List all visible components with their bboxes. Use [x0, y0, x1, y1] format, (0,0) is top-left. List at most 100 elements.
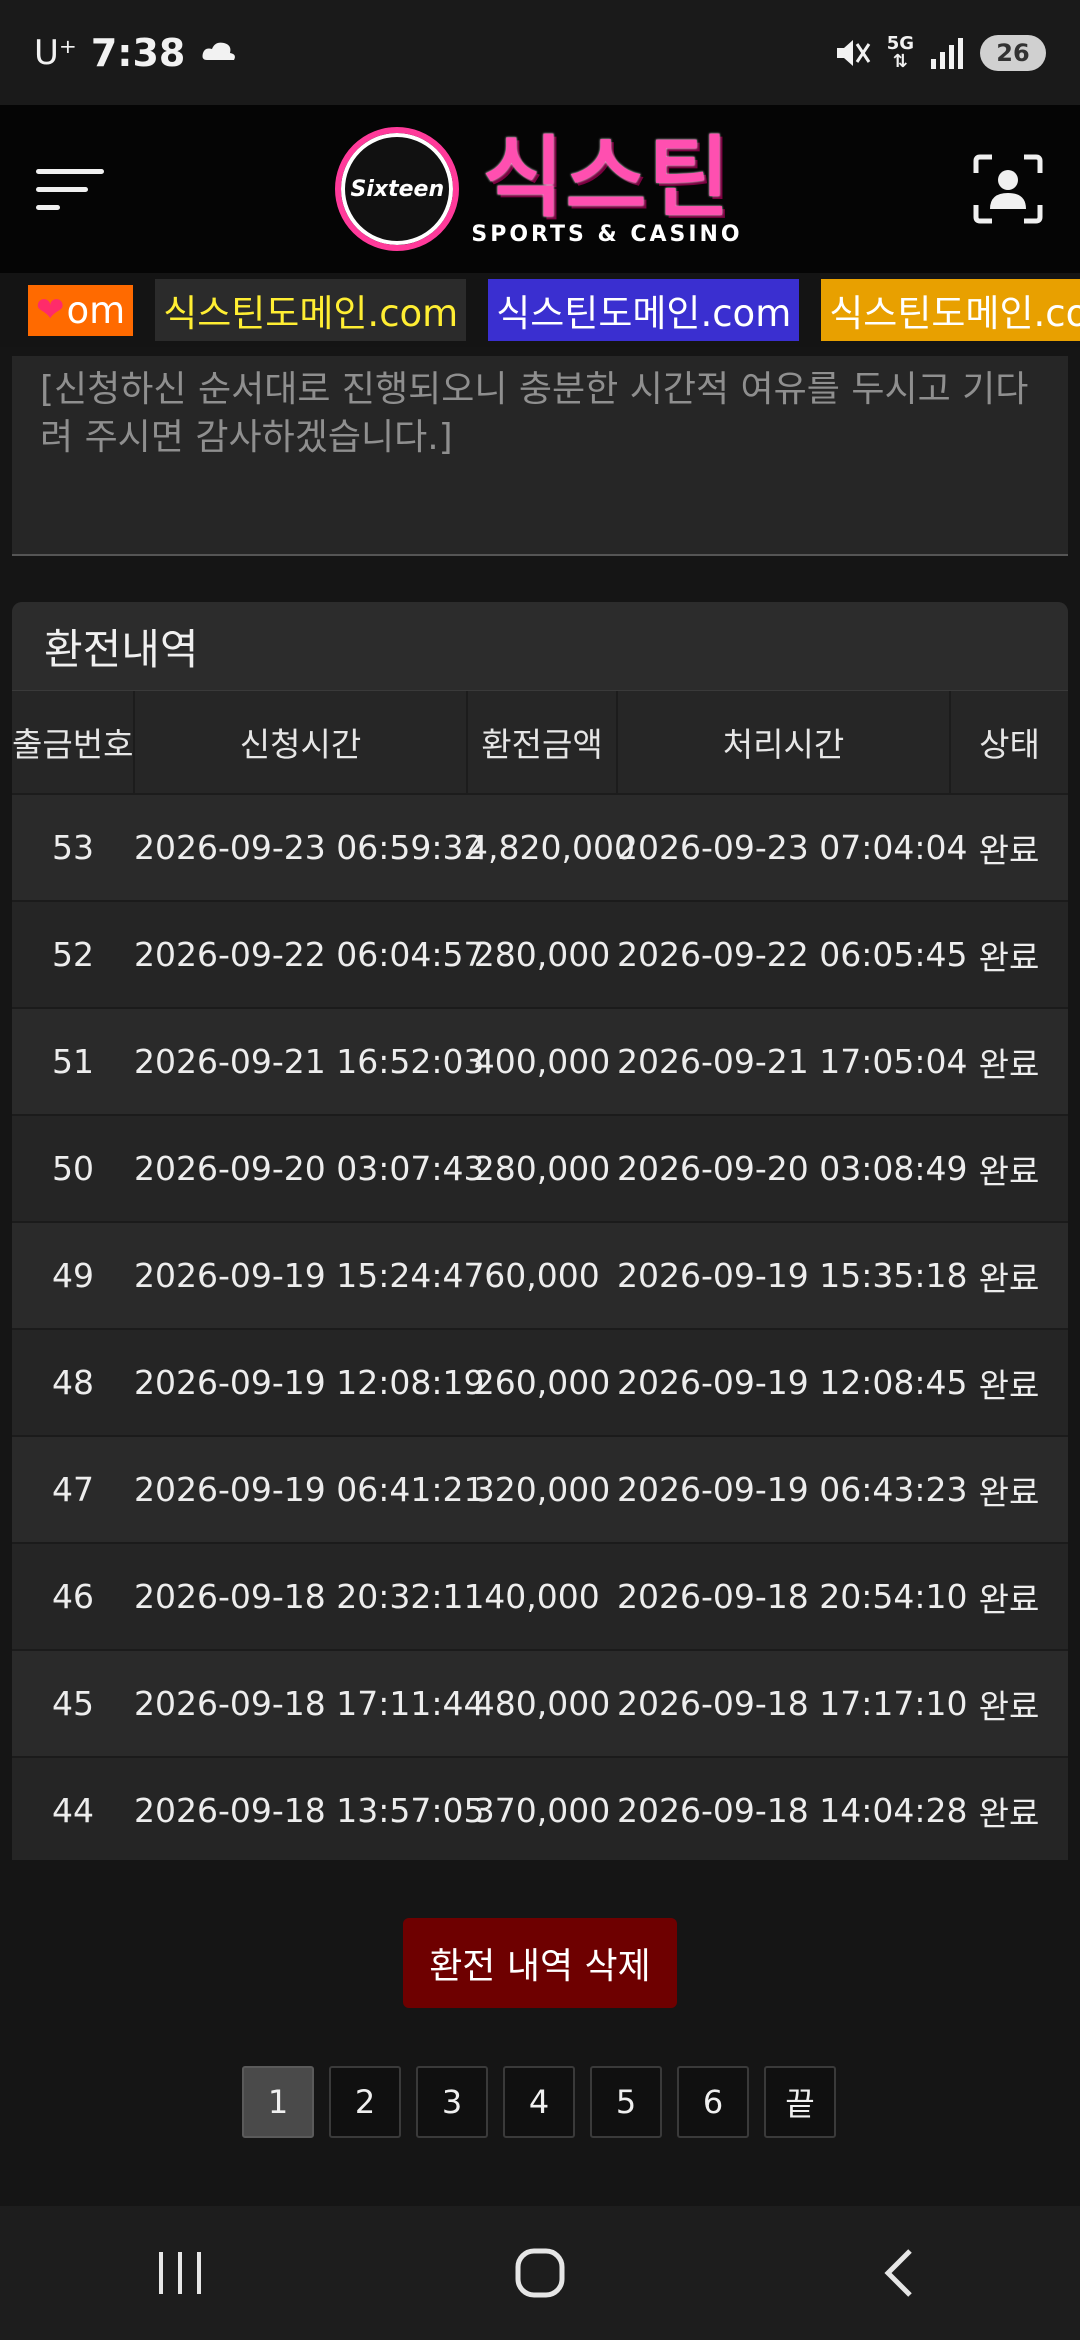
cell-amount: 280,000 [467, 901, 617, 1009]
cell-process-time: 2026-09-18 14:04:28 [617, 1757, 967, 1860]
cell-request-time: 2026-09-22 06:04:57 [134, 901, 484, 1009]
clock: 7:38 [90, 30, 186, 75]
cell-request-time: 2026-09-20 03:07:43 [134, 1115, 484, 1223]
cell-status: 완료 [950, 1115, 1068, 1223]
exchange-history-table: 출금번호 신청시간 환전금액 처리시간 상태 53 2026-09-23 06:… [12, 691, 1068, 1860]
cell-process-time: 2026-09-19 06:43:23 [617, 1436, 967, 1544]
section-title: 환전내역 [12, 602, 1068, 691]
table-row: 45 2026-09-18 17:11:44 480,000 2026-09-1… [12, 1650, 1068, 1758]
table-row: 49 2026-09-19 15:24:47 60,000 2026-09-19… [12, 1222, 1068, 1330]
cell-number: 48 [12, 1329, 134, 1437]
cell-number: 52 [12, 901, 134, 1009]
notice-text: [신청하신 순서대로 진행되오니 충분한 시간적 여유를 두시고 기다려 주시면… [12, 356, 1068, 556]
cell-amount: 60,000 [467, 1222, 617, 1330]
logo-sub-text: SPORTS & CASINO [471, 221, 743, 247]
table-row: 53 2026-09-23 06:59:32 4,820,000 2026-09… [12, 794, 1068, 902]
cell-amount: 260,000 [467, 1329, 617, 1437]
battery-indicator: 26 [980, 34, 1046, 71]
table-row: 47 2026-09-19 06:41:21 320,000 2026-09-1… [12, 1436, 1068, 1544]
weather-icon [202, 42, 236, 60]
cell-request-time: 2026-09-19 15:24:47 [134, 1222, 484, 1330]
cell-number: 47 [12, 1436, 134, 1544]
cell-process-time: 2026-09-20 03:08:49 [617, 1115, 967, 1223]
cell-number: 45 [12, 1650, 134, 1758]
page-button-2[interactable]: 2 [329, 2066, 401, 2138]
signal-icon [931, 37, 963, 69]
home-button[interactable] [480, 2233, 600, 2313]
back-button[interactable] [840, 2233, 960, 2313]
cell-amount: 40,000 [467, 1543, 617, 1651]
banner-item[interactable]: 식스틴도메인.cor [821, 279, 1080, 341]
banner-item-label: 식스틴도메인.com [496, 292, 792, 335]
column-header-request-time: 신청시간 [134, 691, 468, 795]
status-right: 5G ⇅ 26 [833, 32, 1046, 71]
hamburger-menu-icon[interactable] [36, 159, 106, 219]
home-icon [515, 2248, 565, 2298]
page-button-last[interactable]: 끝 [764, 2066, 836, 2138]
recent-apps-button[interactable] [120, 2233, 240, 2313]
table-header-row: 출금번호 신청시간 환전금액 처리시간 상태 [12, 691, 1068, 795]
banner-item[interactable]: 식스틴도메인.com [488, 279, 800, 341]
page-button-3[interactable]: 3 [416, 2066, 488, 2138]
mute-icon [836, 39, 870, 66]
cell-request-time: 2026-09-21 16:52:03 [134, 1008, 484, 1116]
banner-item-label: om [66, 288, 126, 332]
domain-banner[interactable]: ❤ om 식스틴도메인.com 식스틴도메인.com 식스틴도메인.cor [0, 273, 1080, 347]
banner-item[interactable]: ❤ om [28, 284, 134, 336]
cell-amount: 400,000 [467, 1008, 617, 1116]
status-left: U⁺ 7:38 [34, 31, 239, 75]
network-type: 5G [886, 32, 914, 54]
table-row: 51 2026-09-21 16:52:03 400,000 2026-09-2… [12, 1008, 1068, 1116]
cell-process-time: 2026-09-19 15:35:18 [617, 1222, 967, 1330]
page-button-1[interactable]: 1 [242, 2066, 314, 2138]
column-header-status: 상태 [950, 691, 1068, 795]
table-row: 52 2026-09-22 06:04:57 280,000 2026-09-2… [12, 901, 1068, 1009]
exchange-history-card: 환전내역 출금번호 신청시간 환전금액 처리시간 상태 53 2026-09-2… [12, 602, 1068, 1860]
site-logo[interactable]: Sixteen 식스틴 SPORTS & CASINO [335, 127, 742, 251]
cell-number: 51 [12, 1008, 134, 1116]
cell-request-time: 2026-09-23 06:59:32 [134, 794, 484, 902]
cell-status: 완료 [950, 1222, 1068, 1330]
system-navigation-bar [0, 2206, 1080, 2340]
cell-status: 완료 [950, 1008, 1068, 1116]
logo-main-text: 식스틴 [482, 125, 732, 229]
carrier-label: U⁺ [34, 32, 77, 73]
cell-number: 44 [12, 1757, 134, 1860]
cell-process-time: 2026-09-21 17:05:04 [617, 1008, 967, 1116]
cell-amount: 480,000 [467, 1650, 617, 1758]
site-header: Sixteen 식스틴 SPORTS & CASINO [0, 105, 1080, 273]
profile-scan-icon[interactable] [972, 153, 1044, 225]
delete-history-button[interactable]: 환전 내역 삭제 [403, 1918, 677, 2008]
cell-request-time: 2026-09-19 12:08:19 [134, 1329, 484, 1437]
heart-icon: ❤ [36, 290, 65, 330]
cell-status: 완료 [950, 1543, 1068, 1651]
recent-apps-icon [159, 2252, 201, 2294]
cell-request-time: 2026-09-18 20:32:11 [134, 1543, 484, 1651]
cell-request-time: 2026-09-18 17:11:44 [134, 1650, 484, 1758]
banner-item-label: 식스틴도메인.cor [829, 292, 1080, 335]
cell-status: 완료 [950, 794, 1068, 902]
banner-item[interactable]: 식스틴도메인.com [155, 279, 467, 341]
page-button-5[interactable]: 5 [590, 2066, 662, 2138]
cell-status: 완료 [950, 1757, 1068, 1860]
cell-amount: 280,000 [467, 1115, 617, 1223]
table-row: 48 2026-09-19 12:08:19 260,000 2026-09-1… [12, 1329, 1068, 1437]
cell-process-time: 2026-09-18 17:17:10 [617, 1650, 967, 1758]
cell-process-time: 2026-09-23 07:04:04 [617, 794, 967, 902]
table-row: 50 2026-09-20 03:07:43 280,000 2026-09-2… [12, 1115, 1068, 1223]
column-header-process-time: 처리시간 [617, 691, 951, 795]
cell-process-time: 2026-09-19 12:08:45 [617, 1329, 967, 1437]
cell-amount: 370,000 [467, 1757, 617, 1860]
cell-amount: 4,820,000 [467, 794, 635, 902]
status-bar: U⁺ 7:38 5G ⇅ 26 [0, 0, 1080, 105]
cell-status: 완료 [950, 1650, 1068, 1758]
page-button-6[interactable]: 6 [677, 2066, 749, 2138]
logo-badge: Sixteen [335, 127, 460, 251]
cell-request-time: 2026-09-18 13:57:05 [134, 1757, 484, 1860]
pagination: 1 2 3 4 5 6 끝 [242, 2066, 836, 2138]
column-header-amount: 환전금액 [467, 691, 618, 795]
back-icon [884, 2249, 912, 2297]
cell-process-time: 2026-09-22 06:05:45 [617, 901, 967, 1009]
page-button-4[interactable]: 4 [503, 2066, 575, 2138]
cell-status: 완료 [950, 1436, 1068, 1544]
